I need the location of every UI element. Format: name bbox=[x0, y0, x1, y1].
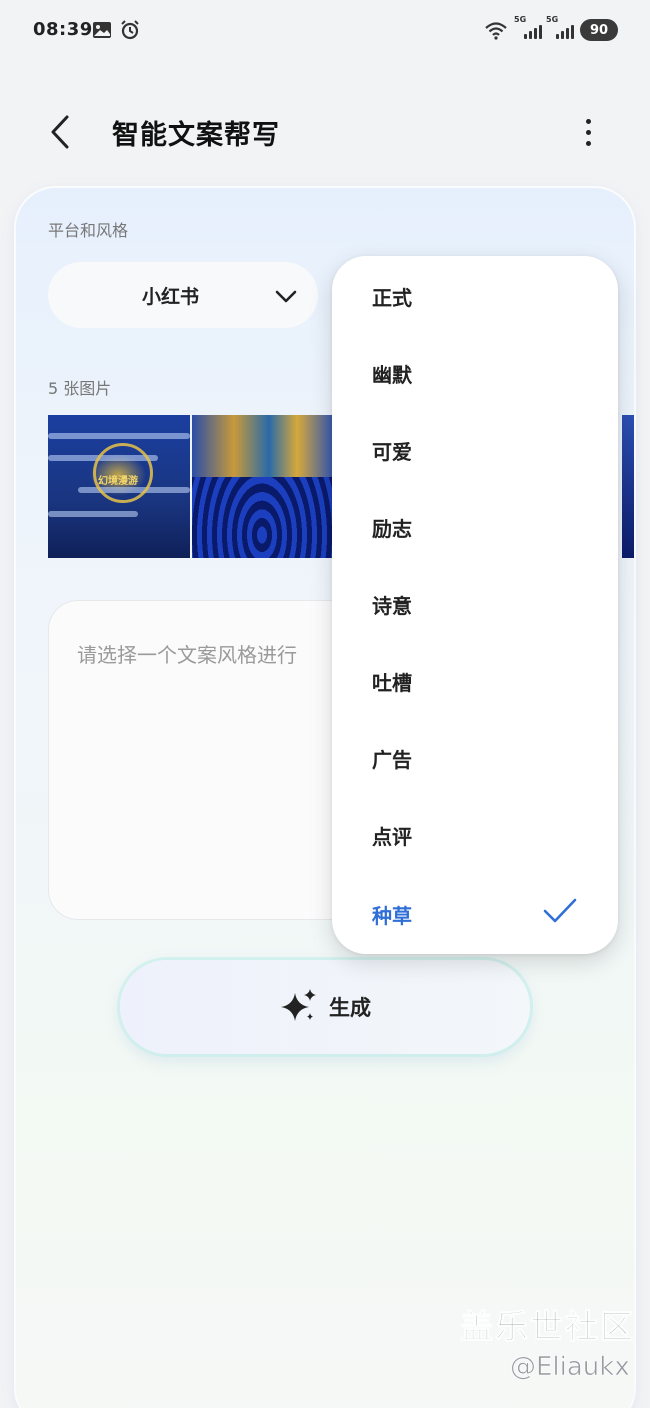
image-thumbnail[interactable] bbox=[192, 415, 332, 558]
watermark-community: 盖乐世社区 bbox=[460, 1307, 635, 1347]
dropdown-option[interactable]: 可爱 bbox=[332, 410, 618, 487]
watermark-user: @Eliaukx bbox=[510, 1352, 630, 1383]
more-dot-icon bbox=[585, 140, 591, 146]
gallery-icon bbox=[93, 22, 111, 38]
dropdown-option-label: 诗意 bbox=[372, 594, 412, 618]
sparkle-icon bbox=[281, 989, 316, 1021]
back-button[interactable] bbox=[40, 110, 80, 154]
image-thumbnail[interactable] bbox=[622, 415, 634, 558]
dropdown-option-label: 点评 bbox=[372, 825, 412, 849]
dropdown-option-label: 种草 bbox=[372, 904, 412, 928]
dropdown-option-label: 幽默 bbox=[372, 363, 412, 387]
chevron-down-icon bbox=[275, 290, 297, 303]
platform-select-value: 小红书 bbox=[142, 286, 200, 308]
generate-button-label: 生成 bbox=[329, 996, 371, 1020]
dropdown-option[interactable]: 正式 bbox=[332, 256, 618, 333]
more-dot-icon bbox=[585, 129, 591, 135]
dropdown-option[interactable]: 点评 bbox=[332, 795, 618, 872]
style-dropdown-menu: 正式 幽默 可爱 励志 诗意 吐槽 广告 点评 种草 bbox=[332, 256, 618, 954]
signal-icon: 5G bbox=[514, 15, 542, 39]
dropdown-option-label: 可爱 bbox=[372, 440, 412, 464]
image-thumbnail[interactable]: 幻境漫游 bbox=[48, 415, 190, 558]
network-label-2: 5G bbox=[546, 15, 559, 24]
more-options-button[interactable] bbox=[572, 110, 604, 154]
dropdown-option-label: 励志 bbox=[372, 517, 412, 541]
images-count-label: 5 张图片 bbox=[48, 379, 112, 398]
back-arrow-icon bbox=[51, 115, 69, 149]
status-right-group: 5G 5G 90 bbox=[484, 15, 618, 42]
dropdown-option-selected[interactable]: 种草 bbox=[332, 874, 618, 951]
alarm-icon bbox=[121, 20, 139, 40]
text-area-placeholder: 请选择一个文案风格进行 bbox=[77, 643, 297, 667]
dropdown-option-label: 正式 bbox=[372, 286, 412, 310]
dropdown-option[interactable]: 广告 bbox=[332, 718, 618, 795]
thumbnail-caption: 幻境漫游 bbox=[98, 476, 138, 487]
dropdown-option[interactable]: 励志 bbox=[332, 487, 618, 564]
dropdown-option-label: 广告 bbox=[372, 748, 412, 772]
dropdown-option[interactable]: 吐槽 bbox=[332, 641, 618, 718]
wifi-icon bbox=[485, 22, 507, 40]
battery-indicator: 90 bbox=[580, 19, 618, 41]
dropdown-option-label: 吐槽 bbox=[372, 671, 412, 695]
dropdown-option[interactable]: 诗意 bbox=[332, 564, 618, 641]
status-bar: 08:39 5G 5G 90 bbox=[0, 0, 650, 60]
more-dot-icon bbox=[585, 118, 591, 124]
page-title: 智能文案帮写 bbox=[112, 120, 280, 151]
platform-style-label: 平台和风格 bbox=[48, 221, 129, 240]
checkmark-icon bbox=[543, 898, 577, 923]
signal-icon-2: 5G bbox=[546, 15, 574, 39]
platform-select[interactable]: 小红书 bbox=[48, 262, 318, 328]
network-label-1: 5G bbox=[514, 15, 527, 24]
generate-button[interactable]: 生成 bbox=[120, 960, 530, 1054]
status-time: 08:39 bbox=[33, 19, 93, 40]
dropdown-option[interactable]: 幽默 bbox=[332, 333, 618, 410]
